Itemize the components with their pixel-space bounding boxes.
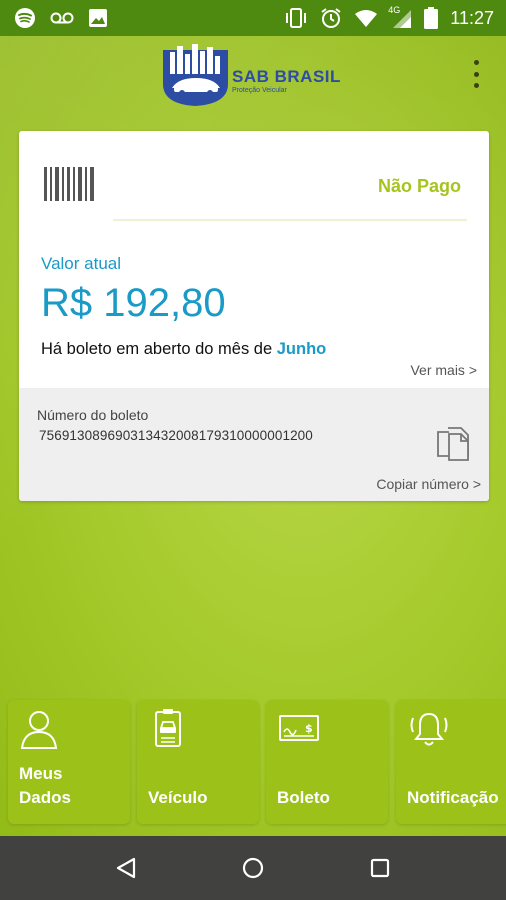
menu-dot: [473, 83, 479, 88]
tile-label: Meus Dados: [19, 762, 71, 810]
back-icon[interactable]: [108, 850, 144, 886]
battery-icon: [424, 7, 439, 29]
open-boleto-message: Há boleto em aberto do mês de Junho: [41, 340, 326, 359]
tile-label-line2: Dados: [19, 788, 71, 807]
logo-subtitle: Proteção Veicular: [232, 87, 287, 94]
status-bar: 4G 11:27: [0, 0, 506, 36]
tile-label: Veículo: [148, 788, 208, 807]
boleto-number-section: Número do boleto 75691308969031343200817…: [19, 388, 489, 501]
boleto-card[interactable]: Não Pago Valor atual R$ 192,80 Há boleto…: [19, 131, 489, 501]
overflow-menu-button[interactable]: [466, 60, 486, 88]
ver-mais-link[interactable]: Ver mais >: [410, 362, 477, 378]
logo-text: SAB BRASIL: [232, 67, 341, 86]
voicemail-icon: [50, 12, 74, 24]
bell-icon: [410, 712, 448, 746]
signal-icon: 4G: [388, 5, 412, 29]
recents-icon[interactable]: [362, 850, 398, 886]
menu-dot: [473, 71, 479, 77]
tile-notificacao[interactable]: Notificação: [396, 700, 506, 824]
vehicle-card-icon: [155, 709, 181, 747]
system-navigation-bar: [0, 836, 506, 900]
tile-label: Notificação: [407, 788, 499, 807]
boleto-number: 75691308969031343200817931000000120​0: [39, 428, 313, 443]
image-icon: [89, 9, 107, 27]
wifi-icon: [355, 10, 378, 27]
home-icon[interactable]: [235, 850, 271, 886]
valor-amount: R$ 192,80: [41, 281, 226, 325]
valor-label: Valor atual: [41, 254, 122, 273]
svg-text:$: $: [305, 722, 313, 735]
copy-icon[interactable]: [435, 426, 471, 462]
payment-status: Não Pago: [377, 176, 461, 196]
tile-label-line1: Meus: [19, 764, 63, 783]
spotify-icon: [15, 8, 35, 28]
copiar-numero-link[interactable]: Copiar número >: [376, 476, 481, 492]
message-text: Há boleto em aberto do mês de: [41, 340, 273, 358]
user-icon: [20, 711, 58, 749]
tile-meus-dados[interactable]: Meus Dados: [8, 700, 130, 824]
tile-veiculo[interactable]: Veículo: [137, 700, 259, 824]
check-payment-icon: $: [279, 715, 319, 741]
vibrate-icon: [286, 8, 307, 28]
message-month: Junho: [276, 340, 327, 358]
clock-time: 11:27: [450, 8, 494, 28]
tile-boleto[interactable]: $ Boleto: [266, 700, 388, 824]
divider: [113, 219, 467, 221]
alarm-icon: [321, 8, 341, 28]
menu-dot: [473, 60, 479, 65]
tile-label: Boleto: [277, 788, 330, 807]
barcode-icon: [44, 167, 94, 201]
boleto-number-label: Número do boleto: [37, 407, 149, 423]
